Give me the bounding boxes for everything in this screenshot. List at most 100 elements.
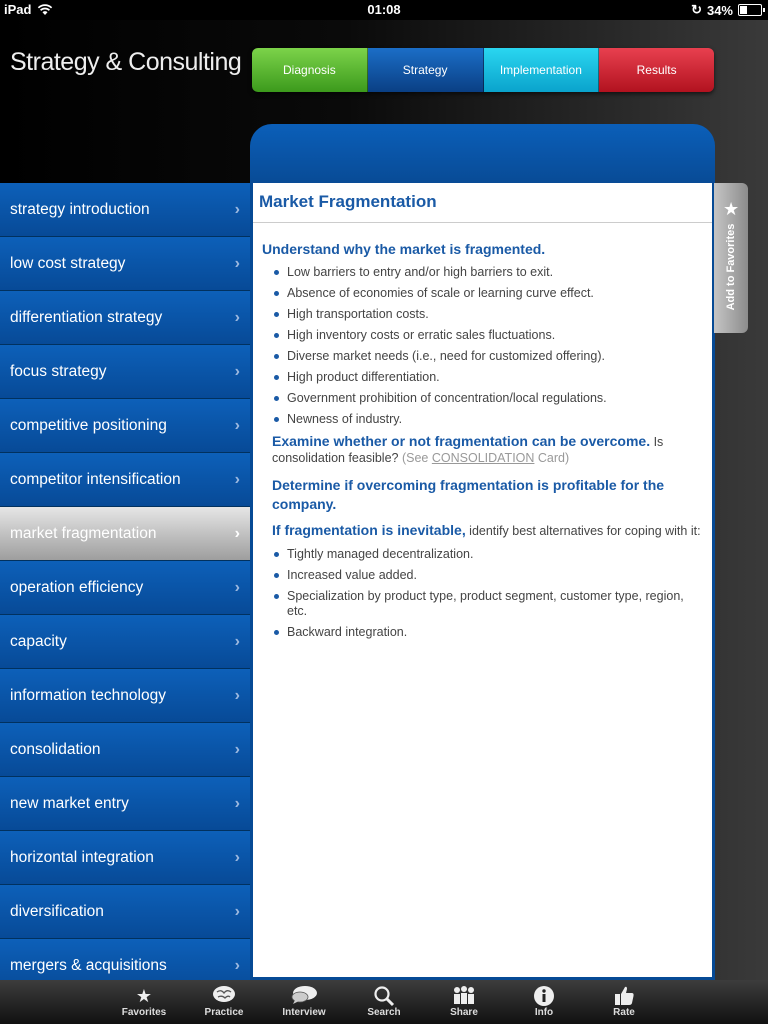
rotation-lock-icon: ↻ (691, 2, 702, 17)
bottom-tab-bar: ★ Favorites Practice Interview Search Sha… (0, 980, 768, 1024)
add-to-favorites-label: Add to Favorites (725, 223, 737, 311)
tab-implementation[interactable]: Implementation (483, 48, 600, 92)
sidebar-item-operation-efficiency[interactable]: operation efficiency › (0, 561, 250, 615)
section-heading: Determine if overcoming fragmentation is… (272, 477, 665, 512)
sidebar-item-competitor-intensification[interactable]: competitor intensification › (0, 453, 250, 507)
add-to-favorites-tab[interactable]: ★ Add to Favorites (714, 183, 748, 333)
list-item: Backward integration. (272, 625, 702, 640)
sidebar-item-differentiation-strategy[interactable]: differentiation strategy › (0, 291, 250, 345)
star-icon: ★ (723, 199, 740, 219)
list-item: Specialization by product type, product … (272, 589, 702, 619)
sidebar-item-label: horizontal integration (10, 848, 154, 866)
sidebar-item-label: consolidation (10, 740, 101, 758)
tab-results[interactable]: Results (599, 48, 714, 92)
sidebar-item-low-cost-strategy[interactable]: low cost strategy › (0, 237, 250, 291)
sidebar-item-new-market-entry[interactable]: new market entry › (0, 777, 250, 831)
tab-label: Interview (282, 1007, 326, 1018)
content-header (250, 124, 715, 186)
tab-practice[interactable]: Practice (184, 980, 264, 1024)
chevron-right-icon: › (234, 362, 240, 380)
brain-icon (212, 985, 236, 1007)
sidebar: strategy introduction › low cost strategy… (0, 183, 250, 980)
tab-label: Search (367, 1007, 401, 1018)
tab-label: Share (450, 1007, 478, 1018)
sidebar-item-consolidation[interactable]: consolidation › (0, 723, 250, 777)
tab-label: Practice (204, 1007, 244, 1018)
sidebar-item-focus-strategy[interactable]: focus strategy › (0, 345, 250, 399)
chevron-right-icon: › (234, 848, 240, 866)
sidebar-item-label: information technology (10, 686, 166, 704)
tab-strategy[interactable]: Strategy (367, 48, 484, 92)
tab-interview[interactable]: Interview (264, 980, 344, 1024)
chevron-right-icon: › (234, 254, 240, 272)
speech-bubbles-icon (290, 985, 318, 1007)
sidebar-item-label: operation efficiency (10, 578, 144, 596)
chevron-right-icon: › (234, 524, 240, 542)
sidebar-item-label: differentiation strategy (10, 308, 163, 326)
content-title: Market Fragmentation (253, 183, 712, 223)
chevron-right-icon: › (234, 578, 240, 596)
tab-favorites[interactable]: ★ Favorites (104, 980, 184, 1024)
sidebar-item-label: market fragmentation (10, 524, 157, 542)
chevron-right-icon: › (234, 200, 240, 218)
card-text: Card) (534, 451, 570, 465)
search-icon (373, 985, 395, 1007)
sidebar-item-mergers-acquisitions[interactable]: mergers & acquisitions › (0, 939, 250, 980)
bullet-list: Tightly managed decentralization. Increa… (272, 547, 702, 640)
status-bar: iPad 01:08 ↻ 34% (0, 0, 768, 20)
battery-icon (738, 4, 765, 16)
tab-label: Rate (613, 1007, 635, 1018)
section-heading: Examine whether or not fragmentation can… (272, 433, 651, 449)
tab-share[interactable]: Share (424, 980, 504, 1024)
list-item: Increased value added. (272, 568, 702, 583)
chevron-right-icon: › (234, 956, 240, 974)
sidebar-item-label: low cost strategy (10, 254, 126, 272)
sidebar-item-label: diversification (10, 902, 104, 920)
tab-label: Favorites (121, 1007, 167, 1018)
clock: 01:08 (367, 2, 401, 17)
sidebar-item-competitive-positioning[interactable]: competitive positioning › (0, 399, 250, 453)
chevron-right-icon: › (234, 308, 240, 326)
section-heading: If fragmentation is inevitable, (272, 522, 466, 538)
chevron-right-icon: › (234, 902, 240, 920)
consolidation-link[interactable]: CONSOLIDATION (432, 451, 535, 465)
list-item: High inventory costs or erratic sales fl… (272, 328, 702, 343)
sidebar-item-label: strategy introduction (10, 200, 150, 218)
chevron-right-icon: › (234, 632, 240, 650)
chevron-right-icon: › (234, 686, 240, 704)
sidebar-item-horizontal-integration[interactable]: horizontal integration › (0, 831, 250, 885)
list-item: Newness of industry. (272, 412, 702, 427)
app-title: Strategy & Consulting (10, 48, 242, 76)
section-paragraph: Examine whether or not fragmentation can… (272, 433, 702, 466)
list-item: Low barriers to entry and/or high barrie… (272, 265, 702, 280)
list-item: Absence of economies of scale or learnin… (272, 286, 702, 301)
sidebar-item-label: focus strategy (10, 362, 107, 380)
chevron-right-icon: › (234, 416, 240, 434)
paragraph-text: identify best alternatives for coping wi… (465, 524, 701, 538)
sidebar-item-strategy-introduction[interactable]: strategy introduction › (0, 183, 250, 237)
sidebar-item-diversification[interactable]: diversification › (0, 885, 250, 939)
list-item: Government prohibition of concentration/… (272, 391, 702, 406)
battery-percent: 34% (706, 2, 733, 18)
sidebar-item-label: mergers & acquisitions (10, 956, 167, 974)
sidebar-item-label: capacity (10, 632, 67, 650)
section-paragraph: If fragmentation is inevitable, identify… (272, 522, 702, 539)
sidebar-item-label: competitive positioning (10, 416, 167, 434)
chevron-right-icon: › (234, 794, 240, 812)
chevron-right-icon: › (234, 740, 240, 758)
tab-diagnosis[interactable]: Diagnosis (252, 48, 368, 92)
star-icon: ★ (135, 986, 153, 1006)
list-item: Tightly managed decentralization. (272, 547, 702, 562)
list-item: Diverse market needs (i.e., need for cus… (272, 349, 702, 364)
tab-info[interactable]: Info (504, 980, 584, 1024)
sidebar-item-capacity[interactable]: capacity › (0, 615, 250, 669)
phase-tabs: Diagnosis Strategy Implementation Result… (252, 48, 714, 92)
sidebar-item-information-technology[interactable]: information technology › (0, 669, 250, 723)
tab-rate[interactable]: Rate (584, 980, 664, 1024)
content-card: Market Fragmentation Understand why the … (253, 183, 712, 977)
tab-search[interactable]: Search (344, 980, 424, 1024)
thumbs-up-icon (613, 985, 635, 1007)
content-panel: Market Fragmentation Understand why the … (250, 183, 715, 980)
tab-label: Info (534, 1007, 554, 1018)
sidebar-item-market-fragmentation[interactable]: market fragmentation › (0, 507, 250, 561)
